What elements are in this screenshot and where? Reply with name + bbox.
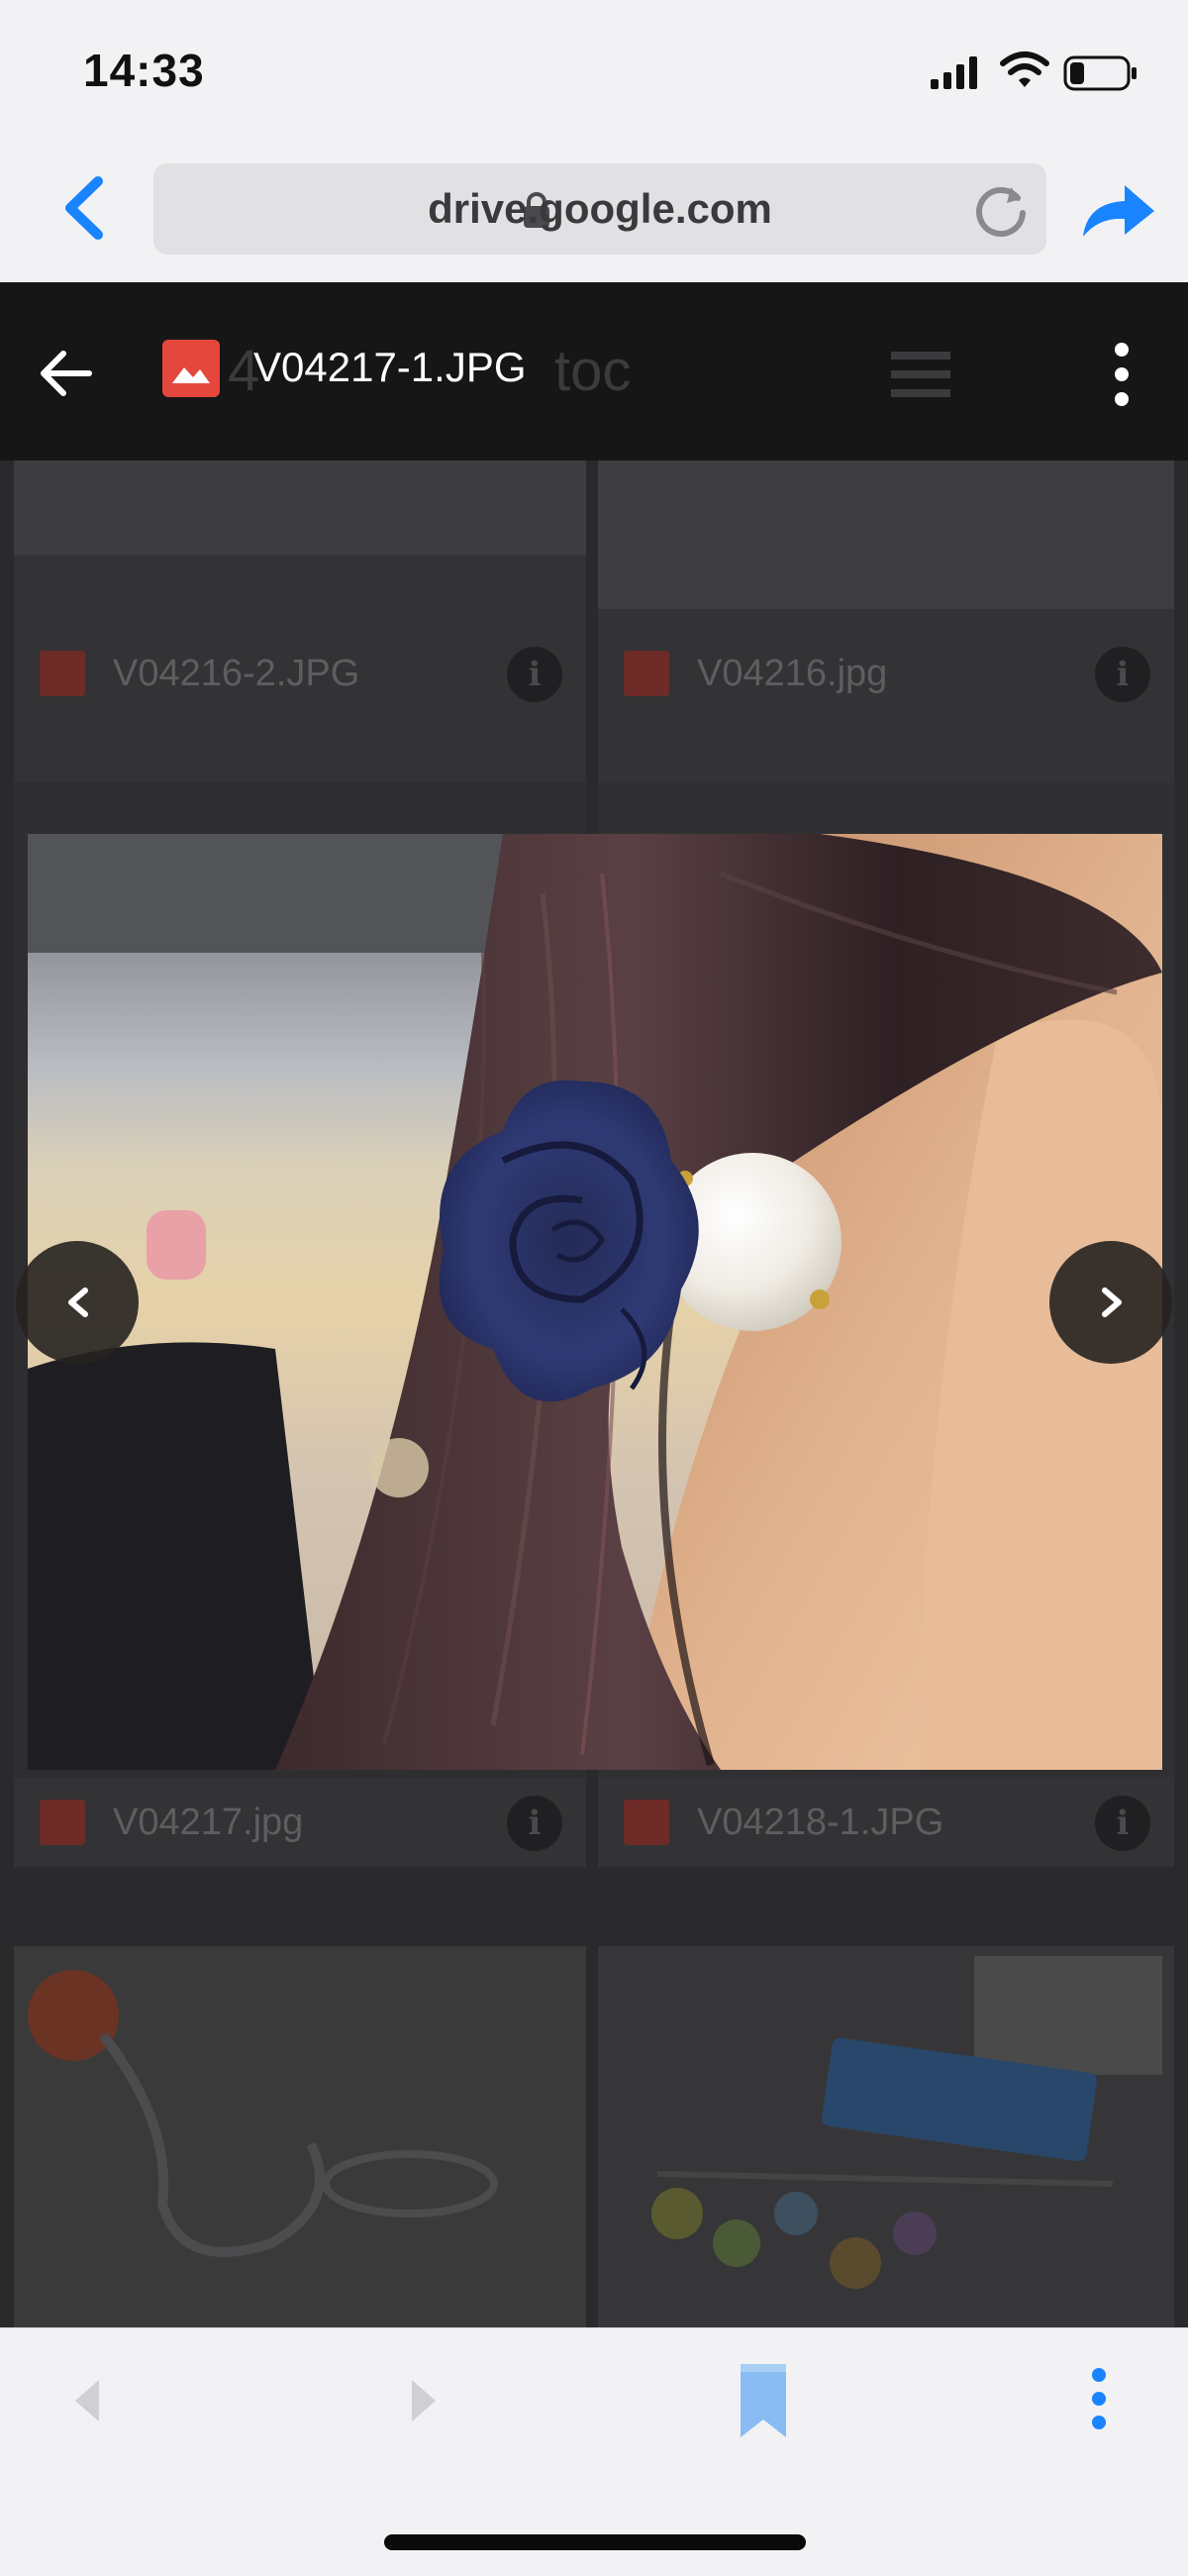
preview-image [28,834,1162,1770]
url-text: drive.google.com [428,185,772,232]
viewer-file-title: V04217-1.JPG [253,344,527,390]
bookmarks-icon[interactable] [737,2360,790,2441]
next-image-button[interactable] [1049,1241,1172,1364]
browser-toolbar [0,2327,1188,2576]
browser-back-button[interactable] [54,173,114,243]
forward-triangle-icon[interactable] [406,2376,442,2425]
battery-icon [1063,55,1137,91]
info-icon[interactable]: i [1095,647,1150,702]
share-icon[interactable] [1079,173,1158,243]
background-ghost-text: toc [554,339,632,403]
list-view-icon [891,352,950,397]
file-name: V04216.jpg [697,653,888,694]
chevron-left-icon [68,1288,88,1317]
chevron-right-icon [1102,1288,1122,1317]
reload-icon[interactable] [973,181,1031,239]
viewer-header: 4 toc V04217-1.JPG [0,282,1188,461]
file-name: V04218-1.JPG [697,1802,944,1843]
file-name: V04216-2.JPG [113,653,360,694]
more-icon[interactable] [1089,2366,1109,2431]
image-file-icon [624,651,669,696]
grid-tile[interactable]: V04218-1.JPG i [598,1778,1174,1867]
info-icon[interactable]: i [507,647,562,702]
file-name: V04217.jpg [113,1802,304,1843]
grid-tile[interactable] [14,1946,586,2327]
grid-tile[interactable]: V04217.jpg i [14,1778,586,1867]
tile-thumbnail [598,461,1174,609]
image-file-icon [162,340,220,397]
status-time: 14:33 [83,45,205,96]
wifi-icon [1000,52,1049,87]
hair-tie-photo [28,834,1162,1770]
image-file-icon [624,1800,669,1845]
address-bar[interactable]: drive.google.com [153,163,1046,255]
back-triangle-icon[interactable] [69,2376,105,2425]
keychain-thumbnail [28,1970,498,2257]
back-arrow-icon[interactable] [34,342,97,405]
info-icon[interactable]: i [507,1796,562,1851]
status-bar: 14:33 [0,0,1188,149]
image-file-icon [40,1800,85,1845]
keychains-thumbnail [651,1956,1162,2289]
signal-icon [931,56,977,89]
tile-thumbnail [14,461,586,555]
grid-tile[interactable] [598,1946,1174,2327]
more-options-icon[interactable] [1107,342,1137,407]
image-file-icon [40,651,85,696]
home-indicator[interactable] [384,2534,806,2550]
previous-image-button[interactable] [16,1241,139,1364]
info-icon[interactable]: i [1095,1796,1150,1851]
page-content: V04216-2.JPG i V04216.jpg i V04217.jpg i… [0,282,1188,2327]
